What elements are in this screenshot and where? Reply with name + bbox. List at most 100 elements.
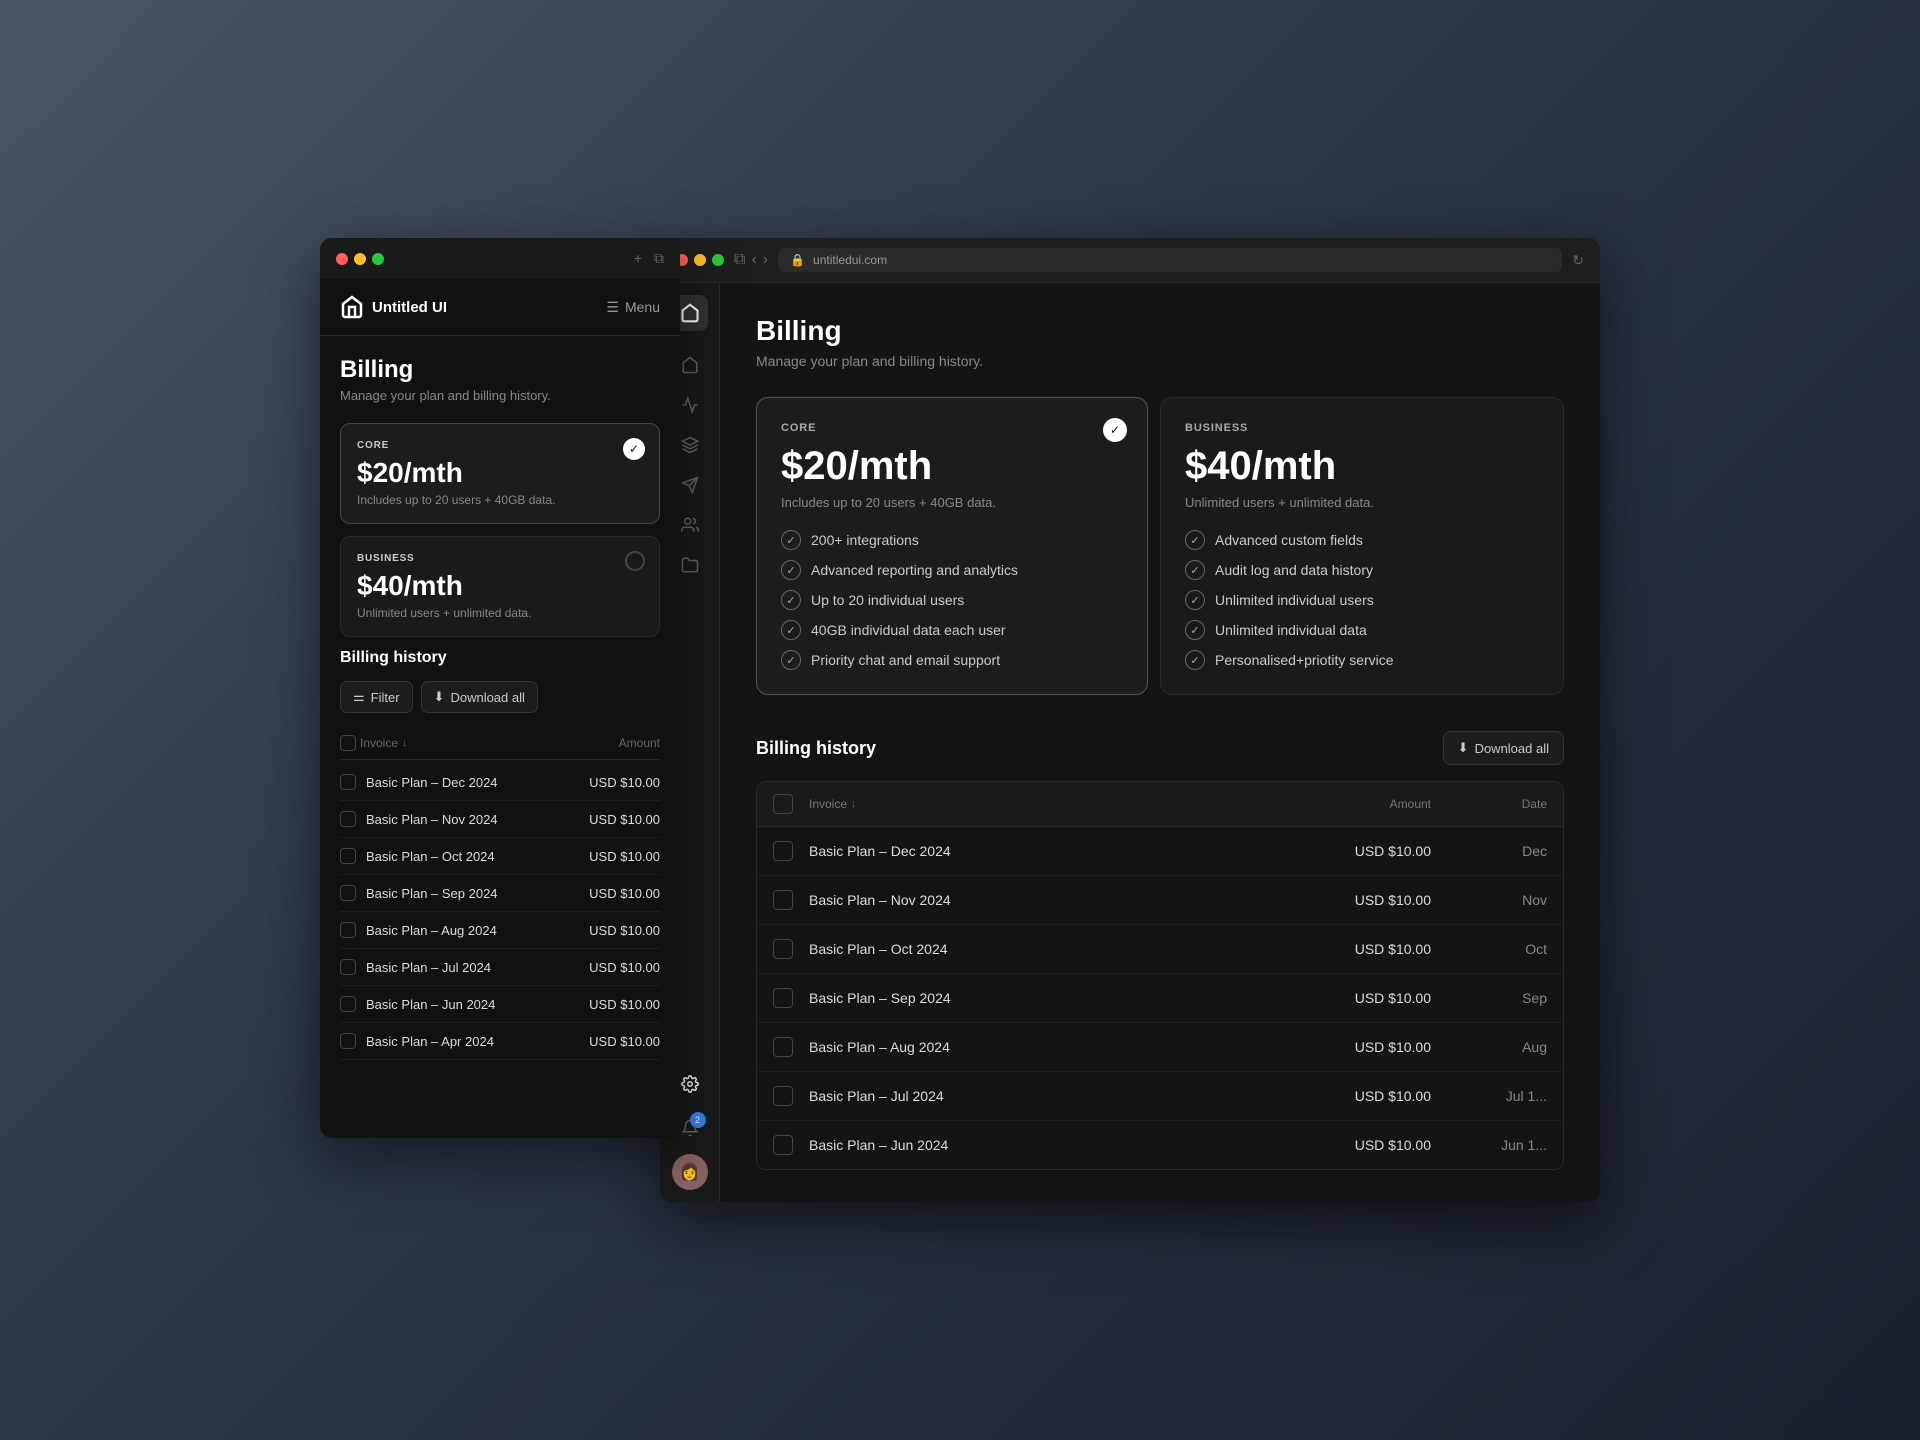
- table-row: Basic Plan – Jun 2024 USD $10.00: [340, 986, 660, 1023]
- core-plan-price: $20/mth: [357, 457, 643, 489]
- core-badge: CORE: [781, 422, 1123, 434]
- browser-window: ⧉ ‹ › 🔒 untitledui.com ↻: [660, 238, 1600, 1202]
- browser-main: Billing Manage your plan and billing his…: [720, 283, 1600, 1202]
- invoice-amount: USD $10.00: [589, 1034, 660, 1049]
- feature-item: ✓ Advanced custom fields: [1185, 530, 1539, 550]
- business-plan-radio: [625, 551, 645, 571]
- amount-column-header: Amount: [1311, 797, 1431, 811]
- sidebar-toggle-icon[interactable]: ⧉: [734, 251, 745, 269]
- row-left: Basic Plan – Nov 2024: [340, 811, 498, 827]
- logo-icon: [340, 295, 364, 319]
- row-checkbox[interactable]: [773, 988, 793, 1008]
- row-checkbox[interactable]: [773, 939, 793, 959]
- business-features: ✓ Advanced custom fields ✓ Audit log and…: [1185, 530, 1539, 670]
- business-price: $40/mth: [1185, 444, 1539, 489]
- maximize-button[interactable]: [372, 253, 384, 265]
- feature-check-icon: ✓: [781, 650, 801, 670]
- table-row: Basic Plan – Nov 2024 USD $10.00 Nov: [757, 876, 1563, 925]
- invoice-amount: USD $10.00: [589, 886, 660, 901]
- user-avatar[interactable]: 👩: [672, 1154, 708, 1190]
- feature-text: 200+ integrations: [811, 532, 919, 548]
- table-row: Basic Plan – Dec 2024 USD $10.00: [340, 764, 660, 801]
- core-plan-card[interactable]: CORE $20/mth Includes up to 20 users + 4…: [756, 397, 1148, 695]
- forward-icon[interactable]: ›: [763, 251, 768, 269]
- feature-text: Audit log and data history: [1215, 562, 1373, 578]
- invoice-amount: USD $10.00: [1311, 990, 1431, 1006]
- select-all-checkbox[interactable]: [773, 794, 793, 814]
- business-plan-card[interactable]: BUSINESS $40/mth Unlimited users + unlim…: [340, 536, 660, 637]
- plans-grid: CORE $20/mth Includes up to 20 users + 4…: [756, 397, 1564, 695]
- row-checkbox[interactable]: [340, 922, 356, 938]
- address-bar[interactable]: 🔒 untitledui.com: [778, 248, 1562, 272]
- table-row: Basic Plan – Nov 2024 USD $10.00: [340, 801, 660, 838]
- row-checkbox[interactable]: [340, 848, 356, 864]
- row-left: Basic Plan – Oct 2024: [340, 848, 495, 864]
- copy-icon[interactable]: ⧉: [654, 250, 664, 267]
- feature-text: Priority chat and email support: [811, 652, 1000, 668]
- row-checkbox[interactable]: [773, 1086, 793, 1106]
- core-plan-desc: Includes up to 20 users + 40GB data.: [357, 493, 643, 507]
- invoice-name: Basic Plan – Aug 2024: [809, 1039, 1311, 1055]
- refresh-icon[interactable]: ↻: [1572, 252, 1584, 269]
- row-checkbox[interactable]: [340, 959, 356, 975]
- invoice-table-mobile: Invoice ↓ Amount Basic Plan – Dec 2024 U…: [340, 727, 660, 1060]
- invoice-name: Basic Plan – Nov 2024: [366, 812, 498, 827]
- invoice-date: Oct: [1447, 941, 1547, 957]
- minimize-button[interactable]: [354, 253, 366, 265]
- invoice-date: Dec: [1447, 843, 1547, 859]
- back-icon[interactable]: ‹: [751, 251, 756, 269]
- date-column-header: Date: [1447, 797, 1547, 811]
- feature-check-icon: ✓: [1185, 620, 1205, 640]
- row-checkbox[interactable]: [340, 885, 356, 901]
- browser-maximize-button[interactable]: [712, 254, 724, 266]
- invoice-amount: USD $10.00: [1311, 1137, 1431, 1153]
- business-plan-card[interactable]: BUSINESS $40/mth Unlimited users + unlim…: [1160, 397, 1564, 695]
- mobile-titlebar: + ⧉: [320, 238, 680, 279]
- browser-minimize-button[interactable]: [694, 254, 706, 266]
- row-checkbox[interactable]: [773, 841, 793, 861]
- feature-item: ✓ 40GB individual data each user: [781, 620, 1123, 640]
- feature-item: ✓ Up to 20 individual users: [781, 590, 1123, 610]
- core-selected-icon: ✓: [1103, 418, 1127, 442]
- select-all-checkbox[interactable]: [340, 735, 356, 751]
- invoice-name: Basic Plan – Jun 2024: [809, 1137, 1311, 1153]
- feature-text: Advanced reporting and analytics: [811, 562, 1018, 578]
- invoice-column-header: Invoice ↓: [809, 797, 1311, 811]
- invoice-column-header: Invoice ↓: [340, 735, 408, 751]
- sort-invoice-icon[interactable]: ↓: [851, 798, 857, 810]
- logo-text: Untitled UI: [372, 299, 447, 316]
- traffic-lights: [336, 253, 384, 265]
- row-checkbox[interactable]: [340, 774, 356, 790]
- close-button[interactable]: [336, 253, 348, 265]
- filter-button[interactable]: ⚌ Filter: [340, 681, 413, 713]
- invoice-amount: USD $10.00: [1311, 892, 1431, 908]
- feature-item: ✓ Audit log and data history: [1185, 560, 1539, 580]
- feature-check-icon: ✓: [1185, 590, 1205, 610]
- invoice-date: Jul 1...: [1447, 1088, 1547, 1104]
- business-plan-desc: Unlimited users + unlimited data.: [357, 606, 643, 620]
- row-checkbox[interactable]: [773, 890, 793, 910]
- download-all-button[interactable]: ⬇ Download all: [421, 681, 538, 713]
- row-checkbox[interactable]: [340, 811, 356, 827]
- row-checkbox[interactable]: [773, 1135, 793, 1155]
- page-title: Billing: [756, 315, 1564, 347]
- menu-button[interactable]: ☰ Menu: [606, 299, 660, 316]
- invoice-name: Basic Plan – Jul 2024: [809, 1088, 1311, 1104]
- download-all-button[interactable]: ⬇ Download all: [1443, 731, 1564, 765]
- feature-item: ✓ Advanced reporting and analytics: [781, 560, 1123, 580]
- feature-item: ✓ Personalised+priotity service: [1185, 650, 1539, 670]
- row-left: Basic Plan – Sep 2024: [340, 885, 498, 901]
- core-plan-badge: CORE: [357, 440, 643, 451]
- row-checkbox[interactable]: [773, 1037, 793, 1057]
- invoice-name: Basic Plan – Oct 2024: [366, 849, 495, 864]
- core-plan-card[interactable]: CORE $20/mth Includes up to 20 users + 4…: [340, 423, 660, 524]
- row-checkbox[interactable]: [340, 1033, 356, 1049]
- row-checkbox[interactable]: [340, 996, 356, 1012]
- row-left: Basic Plan – Apr 2024: [340, 1033, 494, 1049]
- add-icon[interactable]: +: [634, 250, 642, 267]
- feature-check-icon: ✓: [1185, 560, 1205, 580]
- windows-container: + ⧉ Untitled UI ☰ Menu Billing: [320, 238, 1600, 1202]
- invoice-amount: USD $10.00: [589, 775, 660, 790]
- browser-traffic-lights: [676, 254, 724, 266]
- invoice-amount: USD $10.00: [1311, 843, 1431, 859]
